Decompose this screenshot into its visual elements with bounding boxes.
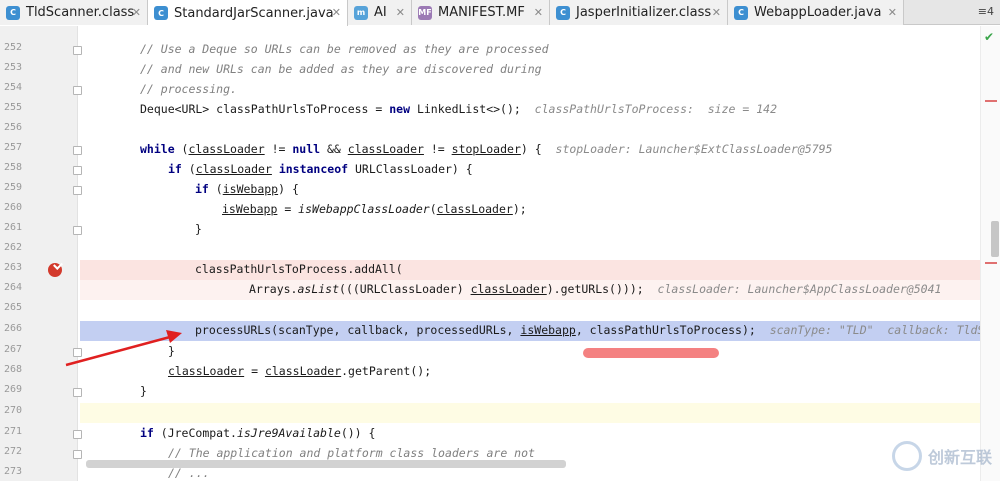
arrow-head-icon bbox=[166, 330, 182, 343]
annotation-arrow bbox=[65, 330, 182, 367]
arrow-shaft bbox=[65, 335, 171, 367]
